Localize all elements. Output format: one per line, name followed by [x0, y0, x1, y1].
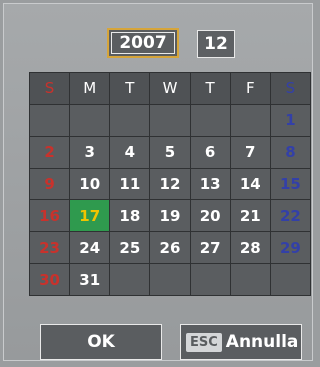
day-cell[interactable]: 1: [270, 104, 310, 136]
empty-day-cell: [70, 104, 110, 136]
day-cell[interactable]: 9: [30, 168, 70, 200]
day-cell[interactable]: 13: [190, 168, 230, 200]
day-cell[interactable]: 23: [30, 232, 70, 264]
day-cell[interactable]: 20: [190, 200, 230, 232]
year-field[interactable]: 2007: [107, 28, 179, 58]
date-picker-dialog: 2007 12 S M T W T F S 1 2 3 4 5 6 7 8 9 10 11 12 13 14 15 16 17…: [3, 3, 313, 361]
day-cell[interactable]: 10: [70, 168, 110, 200]
empty-day-cell: [230, 104, 270, 136]
day-cell[interactable]: 28: [230, 232, 270, 264]
selected-day-cell[interactable]: 17: [70, 200, 110, 232]
day-cell[interactable]: 12: [150, 168, 190, 200]
empty-day-cell: [150, 104, 190, 136]
day-cell[interactable]: 7: [230, 136, 270, 168]
weekday-header: S: [30, 73, 70, 104]
day-cell[interactable]: 2: [30, 136, 70, 168]
empty-day-cell: [150, 264, 190, 295]
weekday-header: W: [150, 73, 190, 104]
esc-key-icon: ESC: [186, 332, 222, 352]
cancel-button[interactable]: ESC Annulla: [180, 324, 302, 360]
weekday-header: F: [230, 73, 270, 104]
weekday-header: T: [110, 73, 150, 104]
empty-day-cell: [270, 264, 310, 295]
cancel-label: Annulla: [225, 332, 299, 352]
day-cell[interactable]: 26: [150, 232, 190, 264]
day-cell[interactable]: 19: [150, 200, 190, 232]
day-cell[interactable]: 11: [110, 168, 150, 200]
empty-day-cell: [190, 104, 230, 136]
day-cell[interactable]: 5: [150, 136, 190, 168]
ok-button[interactable]: OK: [40, 324, 162, 360]
day-cell[interactable]: 21: [230, 200, 270, 232]
day-cell[interactable]: 4: [110, 136, 150, 168]
weekday-header: M: [70, 73, 110, 104]
day-cell[interactable]: 8: [270, 136, 310, 168]
day-cell[interactable]: 15: [270, 168, 310, 200]
empty-day-cell: [110, 104, 150, 136]
day-cell[interactable]: 27: [190, 232, 230, 264]
day-cell[interactable]: 31: [70, 264, 110, 295]
empty-day-cell: [110, 264, 150, 295]
day-cell[interactable]: 18: [110, 200, 150, 232]
day-cell[interactable]: 24: [70, 232, 110, 264]
empty-day-cell: [30, 104, 70, 136]
day-cell[interactable]: 22: [270, 200, 310, 232]
day-cell[interactable]: 30: [30, 264, 70, 295]
empty-day-cell: [190, 264, 230, 295]
day-cell[interactable]: 16: [30, 200, 70, 232]
day-cell[interactable]: 14: [230, 168, 270, 200]
day-cell[interactable]: 6: [190, 136, 230, 168]
calendar-grid: S M T W T F S 1 2 3 4 5 6 7 8 9 10 11 12 13 14 15 16 17 18 19 20 21…: [29, 72, 311, 296]
weekday-header: T: [190, 73, 230, 104]
day-cell[interactable]: 25: [110, 232, 150, 264]
month-field[interactable]: 12: [197, 30, 235, 58]
year-value: 2007: [111, 32, 175, 54]
day-cell[interactable]: 29: [270, 232, 310, 264]
day-cell[interactable]: 3: [70, 136, 110, 168]
empty-day-cell: [230, 264, 270, 295]
weekday-header: S: [270, 73, 310, 104]
